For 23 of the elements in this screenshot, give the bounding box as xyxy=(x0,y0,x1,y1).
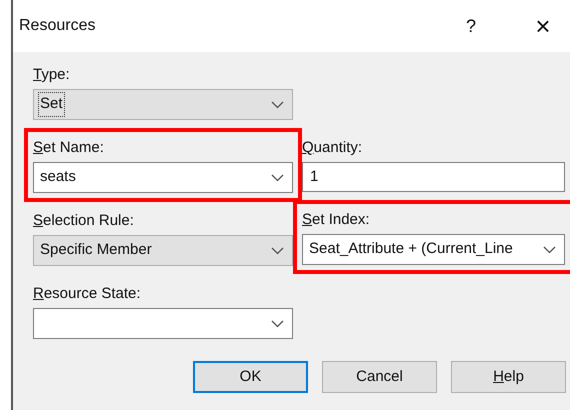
chevron-down-icon xyxy=(271,100,284,108)
dropdown-field[interactable]: Specific Member xyxy=(33,235,293,266)
chevron-down-icon xyxy=(271,246,284,254)
dropdown-field[interactable] xyxy=(33,308,293,339)
chevron-down-icon xyxy=(271,174,284,182)
dropdown-field[interactable]: seats xyxy=(33,162,293,193)
chevron-down-icon xyxy=(543,246,556,254)
dropdown-field[interactable]: Set xyxy=(33,89,293,120)
field-label: Resource State: xyxy=(33,284,141,304)
window-title: Resources xyxy=(19,16,96,36)
help-button[interactable]: ? xyxy=(456,12,486,40)
dialog-button[interactable]: OK xyxy=(193,361,308,393)
dialog-button[interactable]: Cancel xyxy=(322,361,437,393)
dialog-button[interactable]: Help xyxy=(451,361,566,393)
close-button[interactable]: × xyxy=(528,6,558,46)
dropdown-field[interactable]: Seat_Attribute + (Current_Line xyxy=(302,234,565,265)
field-label: Set Name: xyxy=(33,138,104,158)
input-field[interactable]: 1 xyxy=(302,162,565,192)
chevron-down-icon xyxy=(271,320,284,328)
field-label: Selection Rule: xyxy=(33,211,134,231)
field-label: Quantity: xyxy=(302,138,362,158)
field-label: Type: xyxy=(33,65,70,85)
field-label: Set Index: xyxy=(302,210,370,230)
